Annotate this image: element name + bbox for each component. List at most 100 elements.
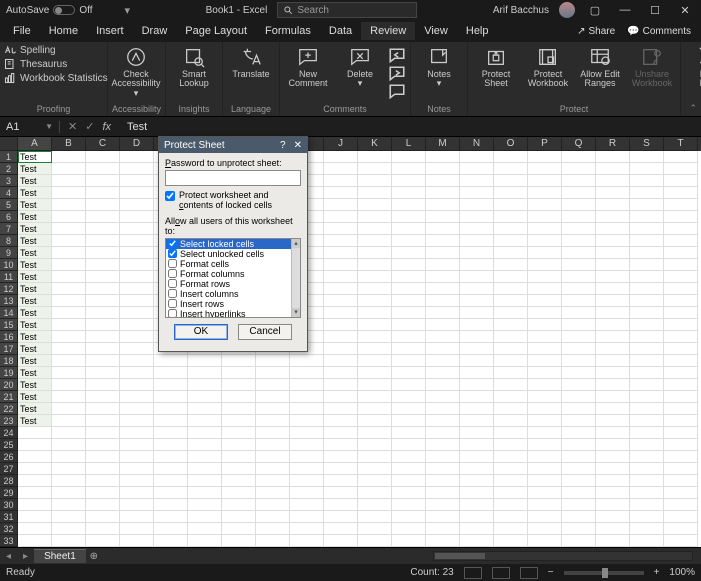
cell[interactable] xyxy=(324,463,358,475)
cell[interactable]: Test xyxy=(18,151,52,163)
cell[interactable] xyxy=(18,487,52,499)
cell[interactable] xyxy=(188,403,222,415)
cell[interactable] xyxy=(630,259,664,271)
cell[interactable] xyxy=(460,307,494,319)
row-header[interactable]: 25 xyxy=(0,439,18,451)
cell[interactable] xyxy=(256,379,290,391)
cell[interactable] xyxy=(460,211,494,223)
cell[interactable] xyxy=(528,391,562,403)
column-header[interactable]: C xyxy=(86,137,120,151)
cell[interactable] xyxy=(290,391,324,403)
cell[interactable] xyxy=(52,379,86,391)
cell[interactable]: Test xyxy=(18,223,52,235)
cell[interactable] xyxy=(562,523,596,535)
cell[interactable] xyxy=(664,151,698,163)
cell[interactable] xyxy=(596,235,630,247)
column-header[interactable]: T xyxy=(664,137,698,151)
cell[interactable] xyxy=(154,487,188,499)
row-header[interactable]: 1 xyxy=(0,151,18,163)
cell[interactable] xyxy=(528,295,562,307)
cell[interactable] xyxy=(630,475,664,487)
cell[interactable] xyxy=(358,319,392,331)
permission-option[interactable]: Insert hyperlinks xyxy=(166,309,300,318)
cell[interactable] xyxy=(630,247,664,259)
cell[interactable] xyxy=(120,415,154,427)
cell[interactable]: Test xyxy=(18,235,52,247)
cell[interactable] xyxy=(86,271,120,283)
cell[interactable] xyxy=(664,535,698,547)
cell[interactable] xyxy=(664,487,698,499)
cell[interactable] xyxy=(222,355,256,367)
cell[interactable] xyxy=(290,451,324,463)
cell[interactable] xyxy=(290,415,324,427)
show-comments-button[interactable] xyxy=(388,84,406,100)
cell[interactable] xyxy=(630,391,664,403)
cell[interactable] xyxy=(426,427,460,439)
cell[interactable] xyxy=(290,523,324,535)
cell[interactable] xyxy=(426,307,460,319)
cell[interactable]: Test xyxy=(18,199,52,211)
cell[interactable] xyxy=(86,283,120,295)
cell[interactable] xyxy=(358,487,392,499)
cell[interactable] xyxy=(86,415,120,427)
cell[interactable] xyxy=(664,379,698,391)
cell[interactable] xyxy=(528,151,562,163)
cell[interactable] xyxy=(120,367,154,379)
cell[interactable] xyxy=(188,475,222,487)
column-header[interactable]: O xyxy=(494,137,528,151)
tab-draw[interactable]: Draw xyxy=(133,22,177,40)
cell[interactable] xyxy=(86,175,120,187)
cell[interactable] xyxy=(358,475,392,487)
cell[interactable] xyxy=(392,271,426,283)
cell[interactable] xyxy=(86,391,120,403)
cell[interactable] xyxy=(222,403,256,415)
hide-ink-button[interactable]: HideInk ▾ xyxy=(685,44,701,89)
cell[interactable] xyxy=(290,499,324,511)
cell[interactable] xyxy=(630,451,664,463)
cell[interactable] xyxy=(324,535,358,547)
row-header[interactable]: 29 xyxy=(0,487,18,499)
cell[interactable] xyxy=(86,319,120,331)
cell[interactable] xyxy=(494,403,528,415)
row-header[interactable]: 16 xyxy=(0,331,18,343)
cell[interactable] xyxy=(460,343,494,355)
cell[interactable] xyxy=(86,523,120,535)
cell[interactable] xyxy=(188,355,222,367)
cell[interactable] xyxy=(120,319,154,331)
cell[interactable] xyxy=(528,283,562,295)
cell[interactable] xyxy=(596,379,630,391)
cell[interactable] xyxy=(358,463,392,475)
share-button[interactable]: ↗ Share xyxy=(571,24,621,39)
cell[interactable] xyxy=(630,415,664,427)
cell[interactable] xyxy=(392,475,426,487)
cell[interactable] xyxy=(528,307,562,319)
cell[interactable] xyxy=(528,223,562,235)
cell[interactable] xyxy=(460,355,494,367)
cell[interactable] xyxy=(86,151,120,163)
cell[interactable] xyxy=(528,319,562,331)
cell[interactable] xyxy=(494,211,528,223)
cell[interactable] xyxy=(52,151,86,163)
cell[interactable] xyxy=(528,403,562,415)
cell[interactable] xyxy=(596,295,630,307)
cell[interactable] xyxy=(426,199,460,211)
cell[interactable] xyxy=(86,331,120,343)
column-header[interactable]: P xyxy=(528,137,562,151)
dialog-close-icon[interactable]: ✕ xyxy=(294,140,302,151)
cell[interactable] xyxy=(188,379,222,391)
cell[interactable] xyxy=(324,475,358,487)
cell[interactable] xyxy=(52,499,86,511)
cell[interactable] xyxy=(426,271,460,283)
cell[interactable] xyxy=(392,499,426,511)
allow-edit-ranges-button[interactable]: Allow EditRanges xyxy=(576,44,624,89)
cell[interactable] xyxy=(358,295,392,307)
cell[interactable] xyxy=(630,511,664,523)
cancel-formula-icon[interactable]: ✕ xyxy=(68,120,77,133)
search-input[interactable]: Search xyxy=(277,2,417,18)
cell[interactable] xyxy=(120,247,154,259)
cell[interactable] xyxy=(630,175,664,187)
cell[interactable] xyxy=(392,307,426,319)
cell[interactable] xyxy=(494,235,528,247)
ribbon-display-icon[interactable]: ▢ xyxy=(585,4,605,17)
zoom-slider[interactable] xyxy=(564,571,644,575)
